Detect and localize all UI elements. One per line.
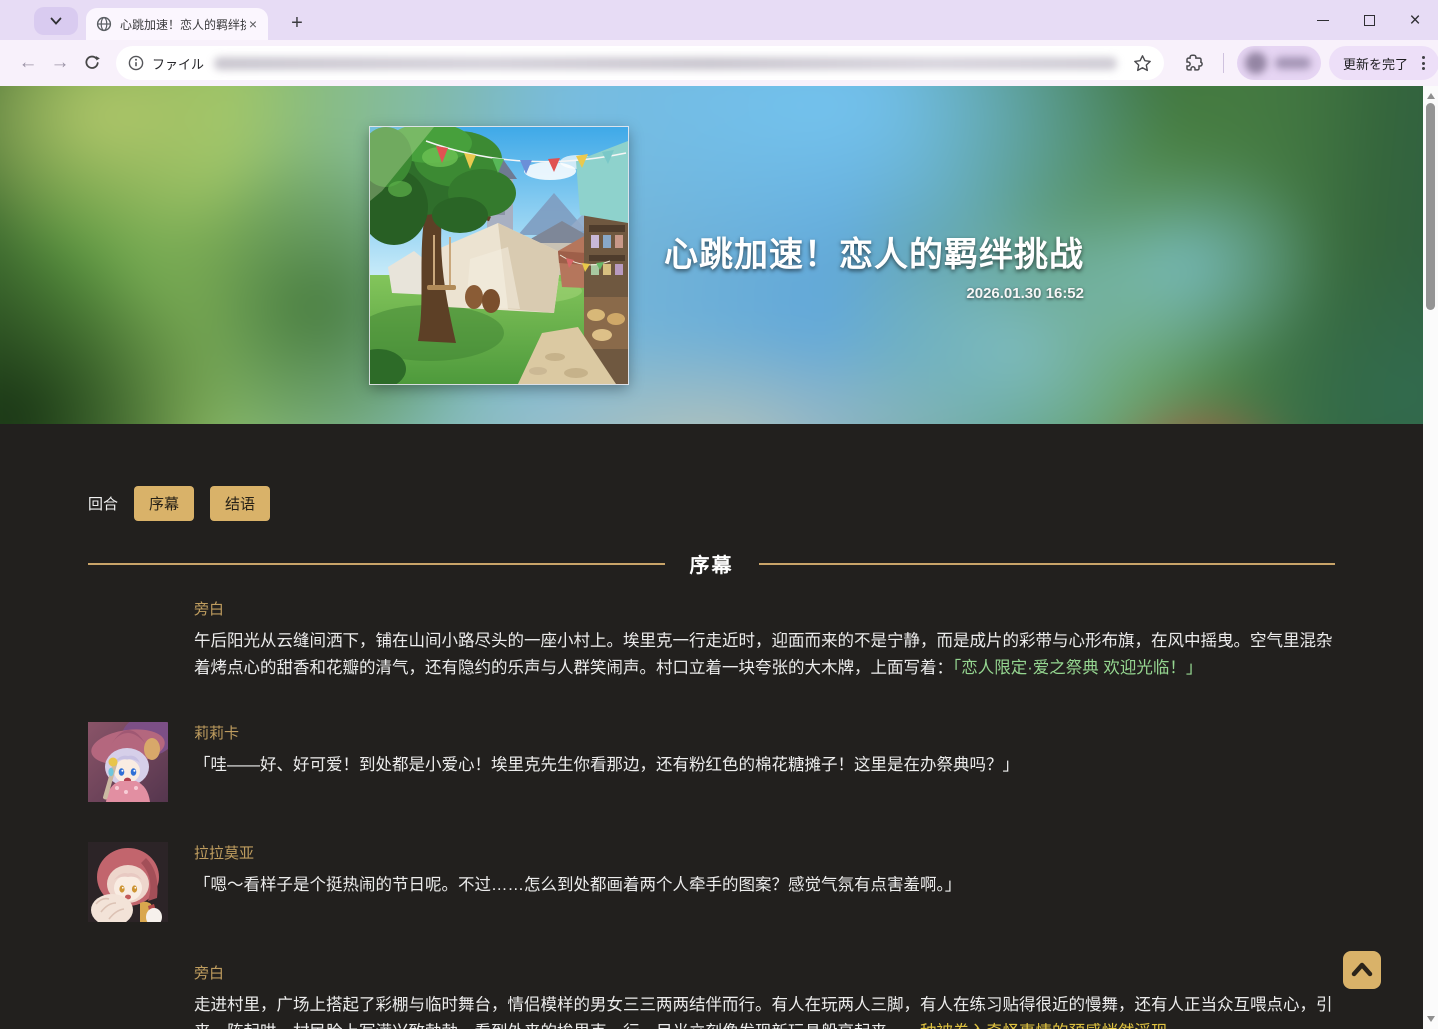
profile-name-blurred	[1275, 57, 1311, 69]
scroll-to-top-button[interactable]	[1343, 951, 1381, 989]
log-entry: 旁白午后阳光从云缝间洒下，铺在山间小路尽头的一座小村上。埃里克一行走近时，迎面而…	[88, 598, 1335, 682]
dialogue-text: 「哇——好、好可爱！到处都是小爱心！埃里克先生你看那边，还有粉红色的棉花糖摊子！…	[194, 752, 1335, 779]
scrollbar-up-arrow-icon[interactable]	[1427, 93, 1435, 99]
speaker-name: 旁白	[194, 962, 1335, 983]
hero-image	[370, 127, 628, 384]
puzzle-icon	[1184, 53, 1204, 73]
window-controls: ×	[1300, 0, 1438, 40]
browser-tab[interactable]: 心跳加速！恋人的羁绊挑战 - 20 ×	[86, 8, 268, 40]
chevron-up-icon	[1343, 951, 1381, 989]
tab-title: 心跳加速！恋人的羁绊挑战 - 20	[120, 16, 246, 33]
chevron-down-icon	[50, 16, 62, 26]
dialogue-text: 「嗯～看样子是个挺热闹的节日呢。不过……怎么到处都画着两个人牵手的图案？感觉气氛…	[194, 872, 1335, 899]
hero-header: 心跳加速！恋人的羁绊挑战 2026.01.30 16:52	[0, 86, 1423, 424]
heading-rule-left	[88, 563, 665, 565]
close-icon: ×	[1409, 11, 1420, 30]
reload-icon	[83, 54, 101, 72]
log-entry: 莉莉卡「哇——好、好可爱！到处都是小爱心！埃里克先生你看那边，还有粉红色的棉花糖…	[88, 722, 1335, 802]
dialogue-text: 午后阳光从云缝间洒下，铺在山间小路尽头的一座小村上。埃里克一行走近时，迎面而来的…	[194, 628, 1335, 682]
back-button[interactable]: ←	[12, 47, 44, 79]
avatar-lalamoa	[88, 842, 168, 922]
scrollbar-down-arrow-icon[interactable]	[1427, 1016, 1435, 1022]
window-close-button[interactable]: ×	[1392, 0, 1438, 40]
dialogue-text: 走进村里，广场上搭起了彩棚与临时舞台，情侣模样的男女三三两两结伴而行。有人在玩两…	[194, 992, 1335, 1029]
speaker-name: 莉莉卡	[194, 722, 1335, 743]
extensions-button[interactable]	[1178, 47, 1210, 79]
tab-close-icon[interactable]: ×	[246, 16, 260, 32]
hero-caption: 心跳加速！恋人的羁绊挑战 2026.01.30 16:52	[664, 227, 1084, 302]
back-arrow-icon: ←	[19, 52, 38, 74]
phase-button-prologue[interactable]: 序幕	[134, 486, 194, 521]
log-entry: 拉拉莫亚「嗯～看样子是个挺热闹的节日呢。不过……怎么到处都画着两个人牵手的图案？…	[88, 842, 1335, 922]
window-maximize-button[interactable]	[1346, 0, 1392, 40]
update-button-label: 更新を完了	[1343, 54, 1408, 73]
round-label: 回合	[88, 493, 118, 514]
tab-strip: 心跳加速！恋人的羁绊挑战 - 20 × + ×	[0, 0, 1438, 40]
toolbar-divider	[1223, 53, 1224, 73]
url-bar[interactable]: ファイル	[116, 46, 1164, 80]
forward-button[interactable]: →	[44, 47, 76, 79]
browser-toolbar: ← → ファイル 更新を完了	[0, 40, 1438, 86]
village-scene-illustration	[370, 127, 628, 384]
speaker-name: 拉拉莫亚	[194, 842, 1335, 863]
page-title: 心跳加速！恋人的羁绊挑战	[664, 227, 1084, 276]
log-entry: 旁白走进村里，广场上搭起了彩棚与临时舞台，情侣模样的男女三三两两结伴而行。有人在…	[88, 962, 1335, 1029]
kebab-menu-icon[interactable]	[1417, 52, 1430, 74]
maximize-icon	[1364, 15, 1375, 26]
tab-search-button[interactable]	[34, 7, 78, 35]
window-minimize-button[interactable]	[1300, 0, 1346, 40]
dialogue-log: 旁白午后阳光从云缝间洒下，铺在山间小路尽头的一座小村上。埃里克一行走近时，迎面而…	[88, 598, 1335, 1029]
phase-button-epilogue[interactable]: 结语	[210, 486, 270, 521]
page-datetime: 2026.01.30 16:52	[664, 285, 1084, 302]
story-content: 回合 序幕 结语 序幕 旁白午后阳光从云缝间洒下，铺在山间小路尽头的一座小村上。…	[0, 424, 1423, 1029]
globe-favicon-icon	[96, 16, 112, 32]
reload-button[interactable]	[76, 47, 108, 79]
avatar-ririka	[88, 722, 168, 802]
forward-arrow-icon: →	[51, 52, 70, 74]
bookmark-star-icon[interactable]	[1133, 54, 1152, 73]
phase-nav: 回合 序幕 结语	[88, 486, 1335, 521]
update-chrome-button[interactable]: 更新を完了	[1329, 46, 1438, 80]
profile-chip[interactable]	[1237, 46, 1321, 80]
section-title: 序幕	[690, 549, 734, 578]
avatar-spacer	[88, 598, 168, 682]
minimize-icon	[1317, 20, 1329, 21]
new-tab-button[interactable]: +	[283, 9, 311, 37]
url-text-blurred	[214, 57, 1117, 70]
scrollbar-thumb[interactable]	[1426, 103, 1435, 310]
speaker-name: 旁白	[194, 598, 1335, 619]
avatar-spacer	[88, 962, 168, 1029]
avatar	[1245, 52, 1267, 74]
section-heading: 序幕	[88, 549, 1335, 578]
info-icon[interactable]	[128, 55, 144, 71]
page-scrollbar[interactable]	[1423, 86, 1438, 1029]
url-scheme-label: ファイル	[152, 54, 204, 73]
heading-rule-right	[759, 563, 1336, 565]
